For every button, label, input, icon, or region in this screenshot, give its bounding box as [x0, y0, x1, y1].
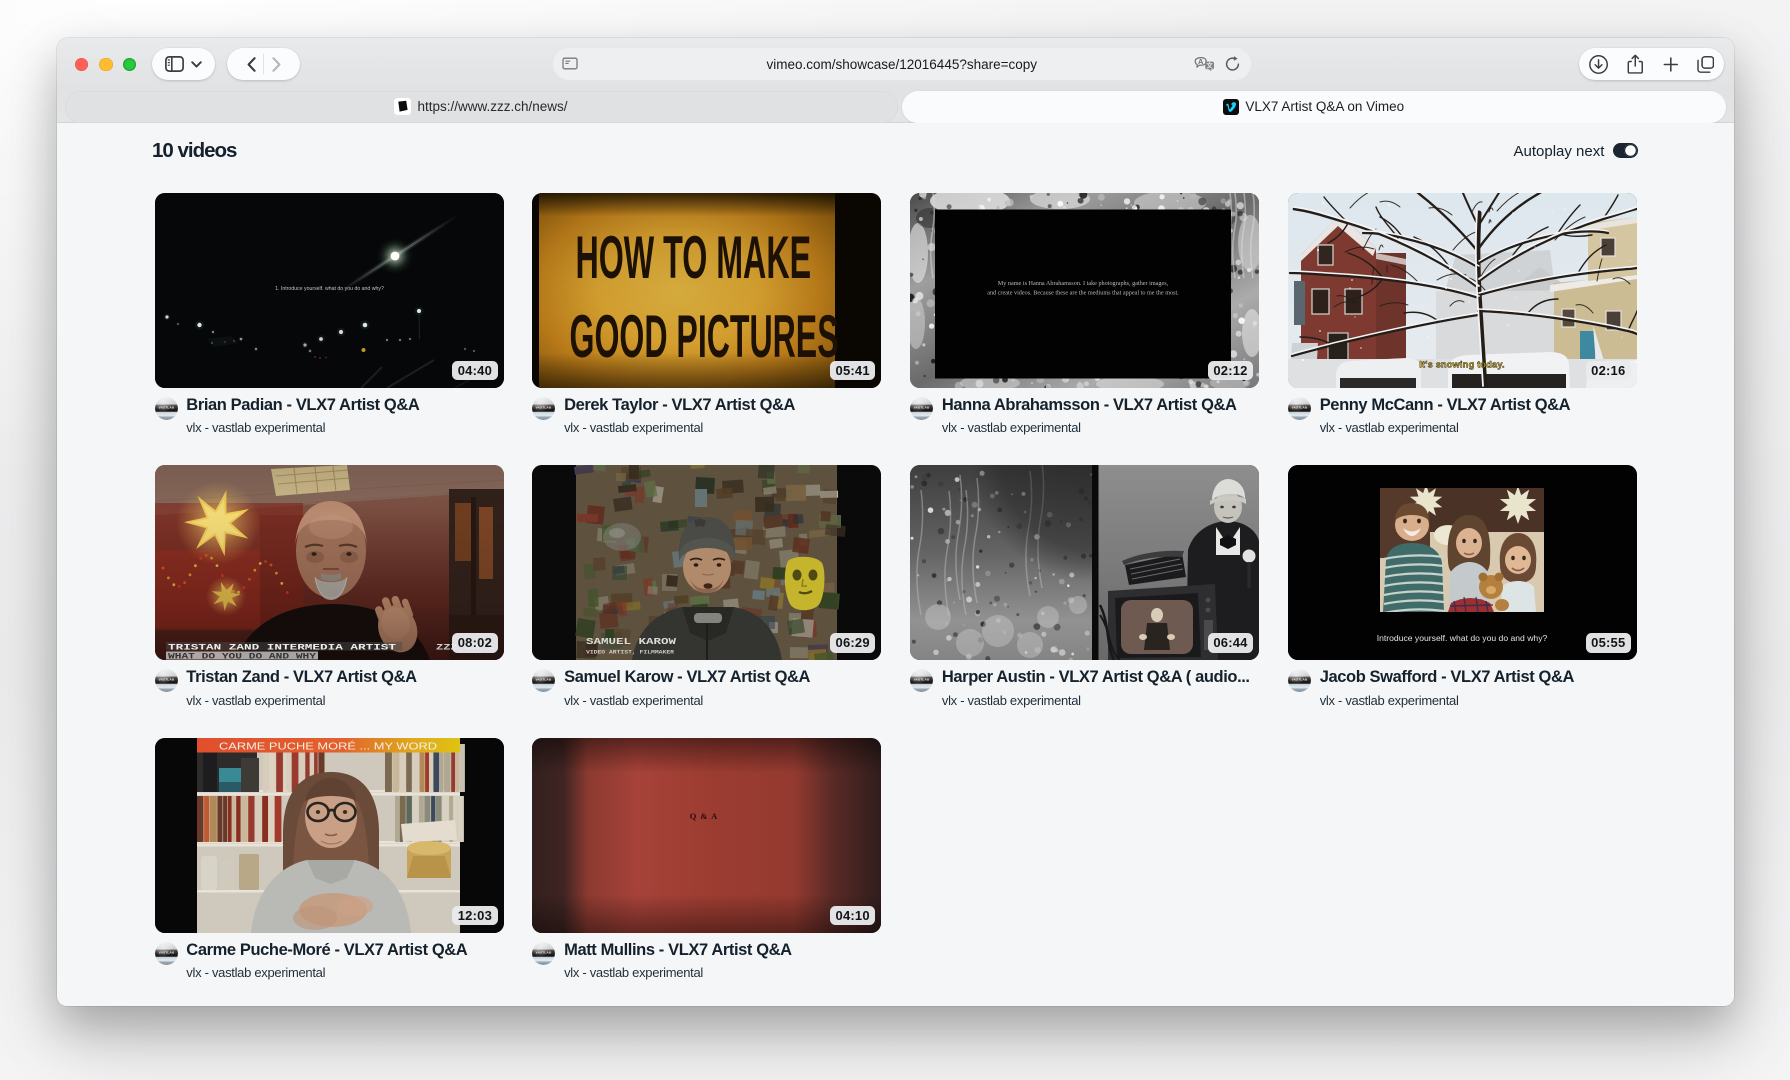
svg-text:TRISTAN ZAND INTERMEDIA ARTIST: TRISTAN ZAND INTERMEDIA ARTIST [168, 645, 397, 653]
svg-text:SAMUEL KAROW: SAMUEL KAROW [586, 637, 677, 647]
svg-text:and create videos. Because the: and create videos. Because these are the… [987, 289, 1179, 296]
svg-text:Q & A: Q & A [690, 811, 719, 821]
svg-text:My name is Hanna Abrahamsson.: My name is Hanna Abrahamsson. I take pho… [998, 280, 1169, 287]
svg-text:It's snowing today.: It's snowing today. [1419, 359, 1504, 369]
svg-text:1. Introduce yourself. what do: 1. Introduce yourself. what do you do an… [275, 286, 384, 292]
svg-text:GOOD PICTURES: GOOD PICTURES [570, 303, 839, 370]
svg-text:A: A [1197, 57, 1203, 66]
svg-text:WHAT DO YOU DO AND WHY: WHAT DO YOU DO AND WHY [168, 654, 316, 661]
svg-text:文: 文 [1206, 60, 1213, 69]
svg-text:CARME PUCHE MORÉ ... MY WORD: CARME PUCHE MORÉ ... MY WORD [219, 739, 437, 752]
svg-text:HOW TO MAKE: HOW TO MAKE [576, 224, 812, 291]
svg-text:Introduce yourself. what do yo: Introduce yourself. what do you do and w… [1377, 633, 1548, 643]
svg-text:VIDEO ARTIST, FILMMAKER: VIDEO ARTIST, FILMMAKER [586, 649, 675, 656]
